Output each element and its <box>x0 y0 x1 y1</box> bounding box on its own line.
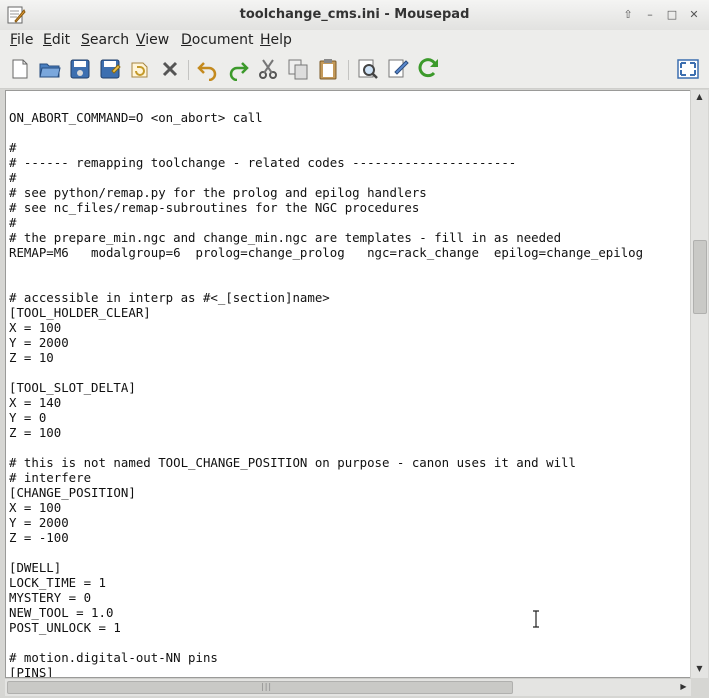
undo-icon[interactable] <box>196 57 220 82</box>
vertical-scroll-thumb[interactable] <box>693 240 707 314</box>
scroll-down-arrow-icon[interactable]: ▼ <box>691 664 708 673</box>
menu-help[interactable]: Help <box>260 32 292 48</box>
close-button[interactable]: ✕ <box>686 7 702 23</box>
cut-icon[interactable] <box>256 57 280 81</box>
menu-document[interactable]: Document <box>181 32 254 48</box>
minimize-button[interactable]: – <box>642 7 658 23</box>
save-as-icon[interactable] <box>98 57 122 81</box>
horizontal-scrollbar[interactable]: ||| ▶ <box>5 678 691 696</box>
save-icon[interactable] <box>68 57 92 81</box>
menu-view[interactable]: View <box>136 32 169 48</box>
go-to-icon[interactable] <box>416 57 440 81</box>
revert-icon[interactable] <box>128 57 152 81</box>
paste-icon[interactable] <box>316 57 340 81</box>
close-document-icon[interactable] <box>158 57 182 81</box>
maximize-button[interactable]: □ <box>664 7 680 23</box>
find-replace-icon[interactable] <box>386 57 410 81</box>
toolbar-separator <box>348 60 349 80</box>
menu-file[interactable]: File <box>10 32 33 48</box>
text-editor[interactable]: ON_ABORT_COMMAND=O <on_abort> call # # -… <box>5 90 691 678</box>
redo-icon[interactable] <box>226 57 250 82</box>
editor-content[interactable]: ON_ABORT_COMMAND=O <on_abort> call # # -… <box>9 95 643 677</box>
vertical-scrollbar[interactable]: ▲ ▼ <box>690 90 708 678</box>
scroll-grip-icon: ||| <box>261 682 273 691</box>
window-title: toolchange_cms.ini - Mousepad <box>239 7 470 22</box>
new-document-icon[interactable] <box>8 57 32 81</box>
menu-bar: File Edit Search View Document Help <box>0 30 709 52</box>
toolbar-separator <box>188 60 189 80</box>
menu-search[interactable]: Search <box>81 32 129 48</box>
text-cursor-icon <box>533 610 539 628</box>
scroll-right-arrow-icon[interactable]: ▶ <box>675 682 692 691</box>
fullscreen-icon[interactable] <box>676 57 700 81</box>
find-icon[interactable] <box>356 57 380 81</box>
open-file-icon[interactable] <box>38 57 62 81</box>
scroll-up-arrow-icon[interactable]: ▲ <box>691 92 708 101</box>
menu-edit[interactable]: Edit <box>43 32 70 48</box>
horizontal-scroll-thumb[interactable] <box>7 681 513 694</box>
title-bar: toolchange_cms.ini - Mousepad ⇧ – □ ✕ <box>0 0 709 31</box>
scroll-up-window-icon[interactable]: ⇧ <box>620 7 636 23</box>
copy-icon[interactable] <box>286 57 310 81</box>
toolbar <box>0 52 709 89</box>
